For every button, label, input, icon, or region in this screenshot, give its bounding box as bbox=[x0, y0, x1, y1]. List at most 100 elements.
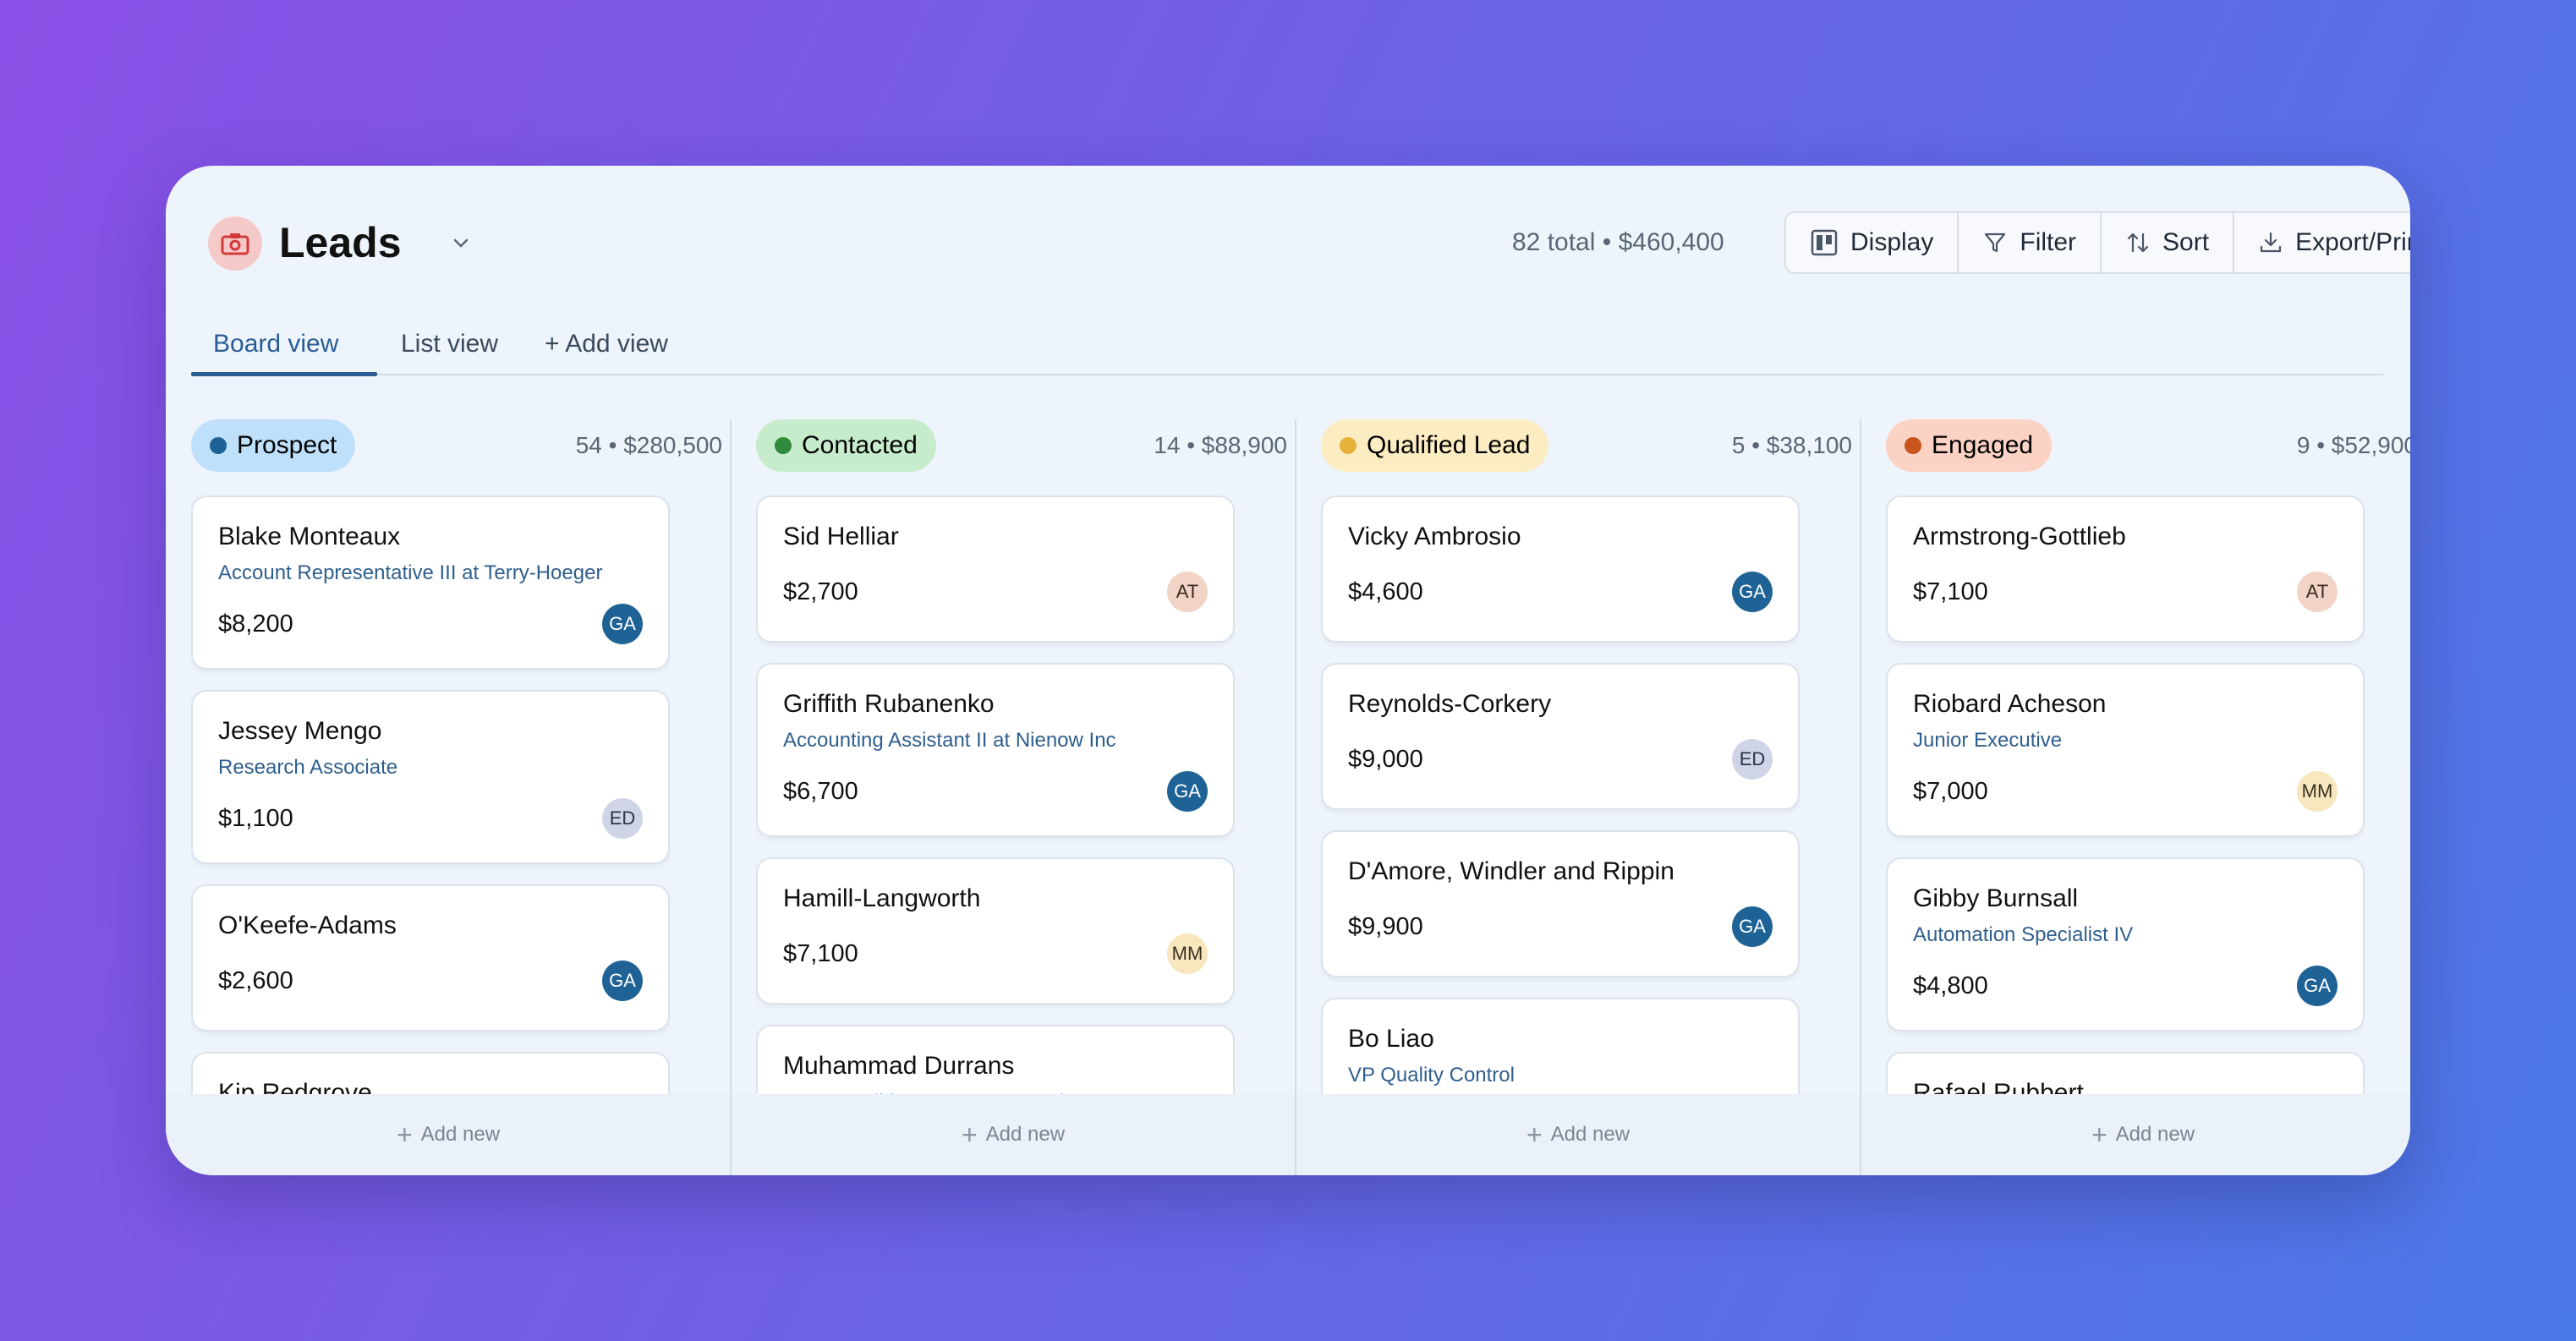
download-icon bbox=[2260, 232, 2282, 253]
lead-card[interactable]: Muhammad DurransCEO at Wilderman, Sporer… bbox=[756, 1025, 1235, 1094]
lead-amount: $9,900 bbox=[1348, 913, 1423, 940]
lead-name: Sid Helliar bbox=[783, 523, 899, 550]
status-pill[interactable]: Prospect bbox=[191, 419, 356, 472]
card-list: Armstrong-Gottlieb $7,100 AT Riobard Acheso… bbox=[1886, 495, 2365, 1094]
sort-button[interactable]: Sort bbox=[2102, 213, 2235, 272]
lead-amount: $7,100 bbox=[783, 940, 858, 967]
column-header: Contacted 14 • $88,900 bbox=[756, 419, 1287, 472]
chevron-down-icon[interactable] bbox=[450, 232, 472, 254]
lead-title: VP Quality Control bbox=[1348, 1064, 1515, 1086]
avatar[interactable]: GA bbox=[602, 604, 643, 644]
avatar[interactable]: AT bbox=[2297, 572, 2338, 612]
camera-icon[interactable] bbox=[208, 216, 262, 271]
lead-card[interactable]: O'Keefe-Adams $2,600 GA bbox=[191, 884, 670, 1032]
add-new-button[interactable]: + Add new bbox=[731, 1094, 1296, 1175]
lead-card[interactable]: Reynolds-Corkery $9,000 ED bbox=[1321, 663, 1800, 810]
avatar[interactable]: MM bbox=[1167, 933, 1208, 974]
column-stats: 14 • $88,900 bbox=[1154, 432, 1287, 458]
avatar[interactable]: AT bbox=[1167, 572, 1208, 612]
avatar[interactable]: GA bbox=[1732, 572, 1773, 612]
plus-icon: + bbox=[1526, 1119, 1543, 1150]
lead-title: Automation Specialist IV bbox=[1913, 923, 2134, 946]
lead-amount: $9,000 bbox=[1348, 746, 1423, 773]
status-label: Contacted bbox=[802, 431, 918, 459]
plus-icon: + bbox=[961, 1119, 978, 1150]
lead-name: Riobard Acheson bbox=[1913, 690, 2107, 718]
lead-card[interactable]: Jessey Mengo Research Associate $1,100 ED bbox=[191, 690, 670, 864]
status-dot-icon bbox=[1905, 437, 1921, 454]
avatar[interactable]: ED bbox=[1732, 739, 1773, 780]
tab-list-view[interactable]: List view bbox=[401, 318, 498, 370]
lead-card[interactable]: Vicky Ambrosio $4,600 GA bbox=[1321, 495, 1800, 643]
lead-card[interactable]: Hamill-Langworth $7,100 MM bbox=[756, 857, 1235, 1004]
lead-name: Gibby Burnsall bbox=[1913, 884, 2079, 912]
lead-card[interactable]: Sid Helliar $2,700 AT bbox=[756, 495, 1235, 643]
lead-name: Rafael Rubbert bbox=[1913, 1079, 2084, 1094]
display-label: Display bbox=[1850, 228, 1934, 256]
export-print-button[interactable]: Export/Print bbox=[2234, 213, 2410, 272]
lead-name: Reynolds-Corkery bbox=[1348, 690, 1552, 718]
filter-button[interactable]: Filter bbox=[1959, 213, 2102, 272]
lead-card[interactable]: Blake Monteaux Account Representative III… bbox=[191, 495, 670, 670]
lead-title: Junior Executive bbox=[1913, 729, 2063, 752]
leads-summary: 82 total • $460,400 bbox=[1512, 228, 1724, 256]
avatar[interactable]: GA bbox=[1732, 906, 1773, 947]
display-button[interactable]: Display bbox=[1786, 213, 1959, 272]
lead-amount: $6,700 bbox=[783, 778, 858, 805]
lead-name: Hamill-Langworth bbox=[783, 884, 981, 912]
card-list: Blake Monteaux Account Representative III… bbox=[191, 495, 670, 1094]
status-label: Engaged bbox=[1932, 431, 2034, 459]
lead-title: Accounting Assistant II at Nienow Inc bbox=[783, 729, 1116, 752]
lead-card[interactable]: Gibby Burnsall Automation Specialist IV $4… bbox=[1886, 857, 2365, 1032]
lead-amount: $4,600 bbox=[1348, 578, 1423, 605]
lead-amount: $4,800 bbox=[1913, 972, 1988, 999]
lead-amount: $7,000 bbox=[1913, 778, 1988, 805]
status-label: Prospect bbox=[237, 431, 337, 459]
lead-card[interactable]: Rafael Rubbert bbox=[1886, 1052, 2365, 1094]
card-list: Vicky Ambrosio $4,600 GA Reynolds-Corkery $9… bbox=[1321, 495, 1800, 1094]
lead-name: Muhammad Durrans bbox=[783, 1052, 1015, 1080]
column-stats: 9 • $52,900 bbox=[2296, 432, 2410, 458]
lead-card[interactable]: Kip Redgrove bbox=[191, 1052, 670, 1094]
add-view-button[interactable]: + Add view bbox=[545, 318, 668, 370]
header: Leads 82 total • $460,400 Display Filter bbox=[208, 211, 2410, 274]
add-new-label: Add new bbox=[1550, 1123, 1631, 1146]
lead-card[interactable]: D'Amore, Windler and Rippin $9,900 GA bbox=[1321, 830, 1800, 977]
tab-board-view[interactable]: Board view bbox=[213, 318, 338, 370]
avatar[interactable]: GA bbox=[602, 961, 643, 1001]
column-stats: 5 • $38,100 bbox=[1731, 432, 1852, 458]
status-pill[interactable]: Qualified Lead bbox=[1321, 419, 1549, 472]
active-tab-indicator bbox=[191, 372, 377, 376]
avatar[interactable]: MM bbox=[2297, 771, 2338, 812]
avatar[interactable]: GA bbox=[1167, 771, 1208, 812]
sort-label: Sort bbox=[2162, 228, 2210, 256]
lead-name: Blake Monteaux bbox=[218, 523, 401, 550]
lead-amount: $1,100 bbox=[218, 805, 293, 832]
avatar[interactable]: GA bbox=[2297, 966, 2338, 1006]
lead-title: Account Representative III at Terry-Hoeg… bbox=[218, 561, 603, 584]
add-new-button[interactable]: + Add new bbox=[166, 1094, 731, 1175]
lead-amount: $2,700 bbox=[783, 578, 858, 605]
board-column-qualified-lead: Qualified Lead 5 • $38,100 Vicky Ambrosio $… bbox=[1296, 419, 1861, 1175]
lead-card[interactable]: Armstrong-Gottlieb $7,100 AT bbox=[1886, 495, 2365, 643]
plus-icon: + bbox=[396, 1119, 413, 1150]
lead-card[interactable]: Griffith Rubanenko Accounting Assistant I… bbox=[756, 663, 1235, 837]
filter-icon bbox=[1985, 233, 2006, 253]
board-column-prospect: Prospect 54 • $280,500 Blake Monteaux Accou… bbox=[166, 419, 731, 1175]
lead-card[interactable]: Riobard Acheson Junior Executive $7,000 MM bbox=[1886, 663, 2365, 837]
lead-name: Bo Liao bbox=[1348, 1025, 1434, 1053]
lead-card[interactable]: Bo Liao VP Quality Control bbox=[1321, 998, 1800, 1094]
toolbar: Display Filter Sort Export/Print bbox=[1784, 211, 2410, 274]
sort-arrows-icon bbox=[2127, 233, 2149, 253]
board-column-engaged: Engaged 9 • $52,900 Armstrong-Gottlieb $7,1… bbox=[1861, 419, 2410, 1175]
status-pill[interactable]: Engaged bbox=[1886, 419, 2053, 472]
column-header: Engaged 9 • $52,900 bbox=[1886, 419, 2410, 472]
add-new-button[interactable]: + Add new bbox=[1861, 1094, 2410, 1175]
add-new-label: Add new bbox=[420, 1123, 501, 1146]
avatar[interactable]: ED bbox=[602, 798, 643, 839]
lead-amount: $7,100 bbox=[1913, 578, 1988, 605]
lead-amount: $2,600 bbox=[218, 967, 293, 994]
column-header: Qualified Lead 5 • $38,100 bbox=[1321, 419, 1852, 472]
status-pill[interactable]: Contacted bbox=[756, 419, 936, 472]
add-new-button[interactable]: + Add new bbox=[1296, 1094, 1861, 1175]
